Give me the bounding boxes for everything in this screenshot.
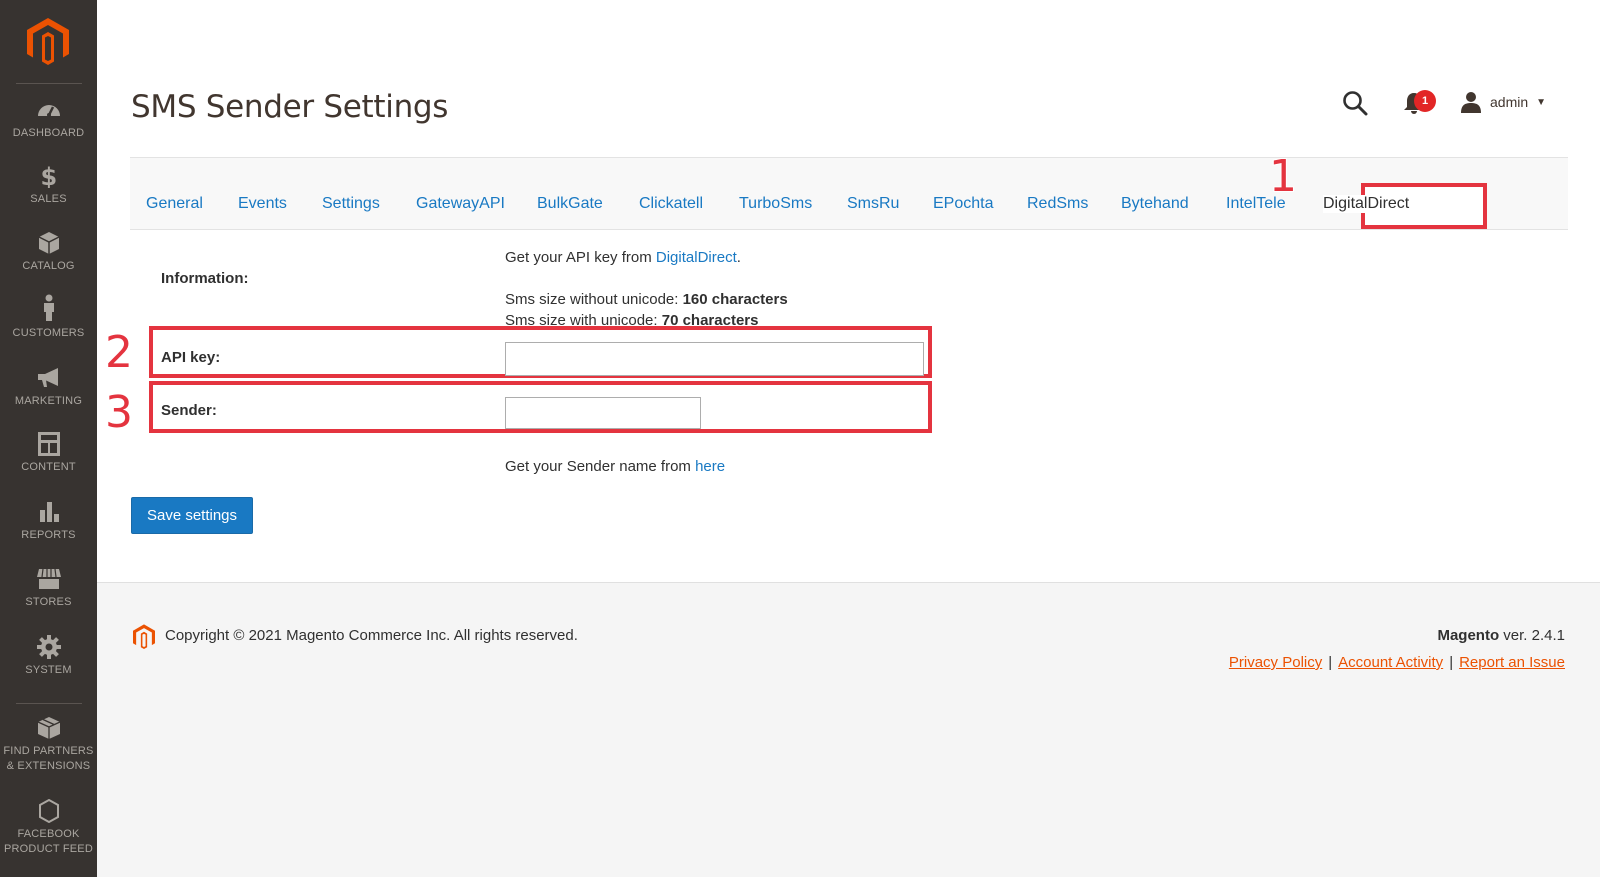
cube-icon [38, 232, 59, 254]
user-menu[interactable]: admin ▼ [1460, 90, 1546, 114]
footer-divider [97, 582, 1600, 583]
nav-content[interactable]: CONTENT [0, 432, 97, 475]
user-icon [1461, 92, 1481, 113]
tab-gatewayapi[interactable]: GatewayAPI [416, 195, 505, 213]
annotation-marker-3: 3 [104, 386, 134, 439]
sender-info: Get your Sender name from here [505, 458, 725, 475]
search-icon[interactable] [1342, 90, 1368, 116]
api-info-text: Get your API key from [505, 249, 656, 266]
main-content: SMS Sender Settings 1 admin ▼ General Ev… [97, 0, 1600, 582]
version-number: ver. 2.4.1 [1499, 627, 1565, 644]
tab-epochta[interactable]: EPochta [933, 195, 993, 213]
nav-label: CUSTOMERS [12, 327, 85, 339]
tab-settings[interactable]: Settings [322, 195, 380, 213]
version-info: Magento ver. 2.4.1 [1437, 627, 1565, 644]
sidebar-divider [16, 703, 82, 704]
nav-stores[interactable]: STORES [0, 567, 97, 610]
tab-bulkgate[interactable]: BulkGate [537, 195, 603, 213]
nav-facebook-product-feed[interactable]: FACEBOOK PRODUCT FEED [0, 799, 97, 857]
api-key-info: Get your API key from DigitalDirect. [505, 249, 741, 266]
tab-bytehand[interactable]: Bytehand [1121, 195, 1189, 213]
tab-digitaldirect[interactable]: DigitalDirect [1323, 195, 1410, 213]
nav-find-partners[interactable]: FIND PARTNERS & EXTENSIONS [0, 716, 97, 774]
link-separator: | [1328, 654, 1333, 671]
tab-smsru[interactable]: SmsRu [847, 195, 899, 213]
nav-catalog[interactable]: CATALOG [0, 231, 97, 274]
person-icon [43, 294, 54, 321]
nav-label: MARKETING [14, 395, 83, 407]
nav-label: CATALOG [22, 260, 75, 272]
nav-label: SYSTEM [25, 664, 72, 676]
sender-label: Sender: [161, 402, 217, 419]
dashboard-icon [37, 105, 60, 117]
sidebar-divider [16, 83, 82, 84]
page-title: SMS Sender Settings [131, 89, 449, 125]
bar-chart-icon [39, 502, 59, 522]
admin-sidebar: DASHBOARD $ SALES CATALOG CUSTOMERS MARK… [0, 0, 97, 877]
copyright-text: Copyright © 2021 Magento Commerce Inc. A… [165, 627, 578, 644]
hexagon-icon [38, 799, 59, 823]
sms-size-value: 160 characters [682, 291, 788, 308]
sender-input[interactable] [505, 397, 701, 429]
api-info-suffix: . [736, 249, 741, 266]
nav-dashboard[interactable]: DASHBOARD [0, 98, 97, 141]
information-label: Information: [161, 270, 249, 287]
nav-label: SALES [30, 193, 67, 205]
sender-info-text: Get your Sender name from [505, 458, 696, 475]
nav-system[interactable]: SYSTEM [0, 635, 97, 678]
gear-icon [36, 635, 61, 659]
brand-name: Magento [1437, 627, 1500, 644]
annotation-marker-2: 2 [104, 326, 134, 379]
user-name: admin [1490, 94, 1529, 110]
link-separator: | [1449, 654, 1454, 671]
nav-customers[interactable]: CUSTOMERS [0, 294, 97, 341]
report-issue-link[interactable]: Report an Issue [1459, 654, 1565, 671]
svg-text:$: $ [40, 164, 57, 188]
tab-clickatell[interactable]: Clickatell [639, 195, 703, 213]
boxes-icon [37, 717, 60, 739]
tab-redsms[interactable]: RedSms [1027, 195, 1088, 213]
tabs-bar: General Events Settings GatewayAPI BulkG… [130, 157, 1568, 230]
nav-label: & EXTENSIONS [6, 760, 91, 772]
nav-label: STORES [25, 596, 72, 608]
magento-logo[interactable] [27, 18, 69, 66]
dollar-icon: $ [40, 164, 57, 188]
layout-icon [37, 432, 60, 456]
megaphone-icon [37, 368, 58, 387]
save-settings-button[interactable]: Save settings [131, 497, 253, 534]
storefront-icon [36, 568, 61, 589]
nav-label: DASHBOARD [12, 127, 85, 139]
tab-general[interactable]: General [146, 195, 203, 213]
chevron-down-icon: ▼ [1536, 96, 1547, 108]
nav-label: FIND PARTNERS [3, 745, 94, 757]
nav-sales[interactable]: $ SALES [0, 164, 97, 207]
footer-links: Privacy Policy | Account Activity | Repo… [1229, 654, 1565, 671]
annotation-marker-1: 1 [1268, 150, 1298, 203]
notification-badge[interactable]: 1 [1414, 90, 1436, 112]
account-activity-link[interactable]: Account Activity [1338, 654, 1443, 671]
tab-events[interactable]: Events [238, 195, 287, 213]
api-key-label: API key: [161, 349, 221, 366]
sms-size-no-unicode: Sms size without unicode: 160 characters [505, 291, 788, 308]
sender-here-link[interactable]: here [695, 458, 725, 475]
magento-footer-logo [133, 624, 155, 650]
tab-turbosms[interactable]: TurboSms [739, 195, 812, 213]
nav-label: PRODUCT FEED [4, 843, 93, 855]
nav-label: REPORTS [21, 529, 76, 541]
digitaldirect-link[interactable]: DigitalDirect [656, 249, 737, 266]
api-key-input[interactable] [505, 342, 924, 376]
nav-label: FACEBOOK [17, 828, 80, 840]
nav-marketing[interactable]: MARKETING [0, 366, 97, 409]
sms-size-label: Sms size without unicode: [505, 291, 683, 308]
nav-reports[interactable]: REPORTS [0, 500, 97, 543]
nav-label: CONTENT [21, 461, 76, 473]
privacy-policy-link[interactable]: Privacy Policy [1229, 654, 1322, 671]
